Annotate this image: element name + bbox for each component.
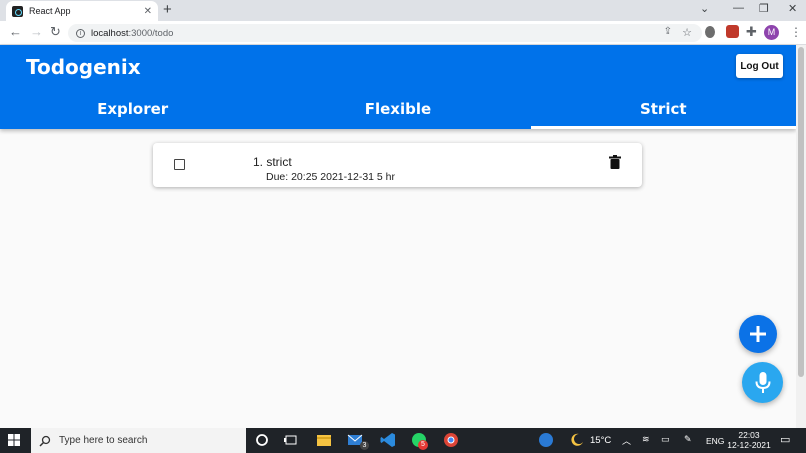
profile-avatar[interactable]: M [764,25,779,40]
clock-date: 12-12-2021 [727,440,771,450]
windows-start-icon[interactable] [8,434,20,446]
language-indicator[interactable]: ENG [706,436,724,446]
task-view-icon[interactable] [283,432,299,448]
extension-mic-icon[interactable] [705,26,715,38]
close-tab-icon[interactable]: ✕ [144,6,152,17]
address-bar[interactable]: i localhost:3000/todo ⇪ ☆ [68,24,702,42]
tab-explorer[interactable]: Explorer [0,89,265,129]
todo-due: Due: 20:25 2021-12-31 5 hr [266,171,396,183]
plus-icon [750,326,766,342]
address-url: localhost:3000/todo [91,28,173,39]
taskbar-search[interactable]: Type here to search [31,428,246,453]
cortana-icon[interactable] [254,432,270,448]
app-header: Todogenix Log Out Explorer Flexible Stri… [0,45,797,129]
voice-input-button[interactable] [742,362,783,403]
add-todo-button[interactable] [739,315,777,353]
tab-strict[interactable]: Strict [530,89,797,129]
share-icon[interactable]: ⇪ [664,26,672,37]
tab-search-icon[interactable]: ⌄ [700,2,709,15]
network-icon[interactable]: ≋ [642,434,650,445]
bookmark-star-icon[interactable]: ☆ [682,26,692,39]
reload-icon[interactable]: ↻ [50,25,61,39]
forward-icon[interactable]: → [30,25,43,39]
page-scrollbar[interactable] [796,45,806,428]
microphone-icon [755,371,770,393]
battery-icon[interactable]: ▭ [661,434,670,445]
window-close-icon[interactable]: ✕ [788,2,797,15]
taskbar-search-placeholder: Type here to search [59,435,148,446]
site-info-icon[interactable]: i [76,28,85,38]
weather-icon[interactable] [569,432,585,448]
app-brand: Todogenix [26,55,141,79]
react-favicon-icon [12,5,23,17]
new-tab-icon[interactable]: + [163,2,172,18]
browser-toolbar: ← → ↻ i localhost:3000/todo ⇪ ☆ ✚ M ⋮ [0,21,806,45]
browser-menu-icon[interactable]: ⋮ [790,25,802,39]
taskbar-clock[interactable]: 22:03 12-12-2021 [727,430,771,450]
browser-tab[interactable]: React App ✕ [6,1,158,21]
tab-flexible[interactable]: Flexible [265,89,530,129]
todo-checkbox[interactable] [174,159,185,170]
restore-icon[interactable]: ❐ [759,2,769,15]
search-icon [39,435,51,447]
chrome-icon[interactable] [443,432,459,448]
back-icon[interactable]: ← [9,25,22,39]
windows-taskbar: Type here to search 3 5 15°C ︿ ≋ ▭ ✎ ENG… [0,428,806,453]
temperature[interactable]: 15°C [590,435,611,446]
vscode-icon[interactable] [380,432,396,448]
extensions-puzzle-icon[interactable]: ✚ [746,25,757,39]
delete-trash-icon[interactable] [609,155,621,169]
scrollbar-thumb[interactable] [798,47,804,377]
browser-tab-strip: React App ✕ + ⌄ — ❐ ✕ [0,0,806,21]
mail-badge: 3 [360,441,369,450]
show-hidden-icons-icon[interactable]: ︿ [622,434,631,447]
browser-tab-title: React App [29,6,71,16]
notifications-icon[interactable]: ▭ [780,433,790,446]
help-icon[interactable] [538,432,554,448]
category-tabs: Explorer Flexible Strict [0,89,797,129]
todo-title: 1. strict [253,155,292,169]
minimize-icon[interactable]: — [733,2,744,14]
file-explorer-icon[interactable] [316,432,332,448]
whatsapp-badge: 5 [418,440,428,450]
pen-icon[interactable]: ✎ [684,434,692,445]
url-path: :3000/todo [128,27,174,39]
extension-red-icon[interactable] [726,25,739,38]
todo-card: 1. strict Due: 20:25 2021-12-31 5 hr [153,143,642,187]
url-host: localhost [91,27,129,39]
clock-time: 22:03 [738,430,760,440]
logout-button[interactable]: Log Out [736,54,783,78]
